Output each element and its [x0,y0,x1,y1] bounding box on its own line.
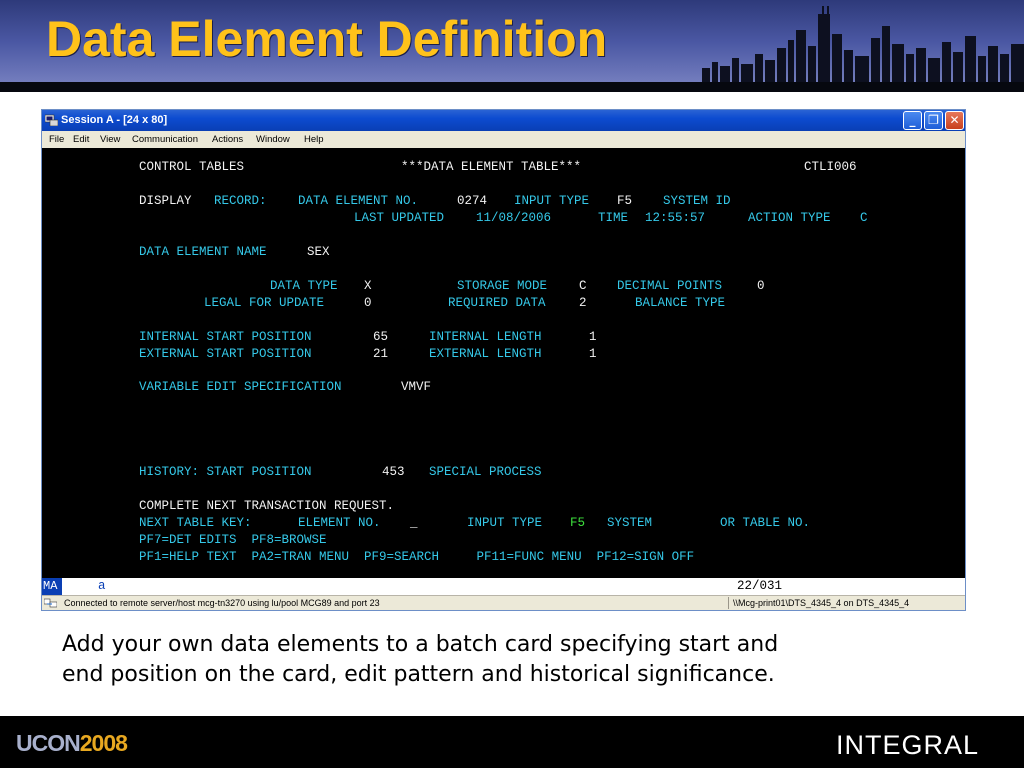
status-divider [728,597,729,609]
integral-logo: INTEGRAL [836,730,980,760]
menu-window[interactable]: Window [256,134,290,145]
minimize-button[interactable]: _ [903,111,922,130]
internal-length-value[interactable]: 1 [589,330,597,344]
data-type-label: DATA TYPE [270,279,338,293]
pf-keys-line-2: PF1=HELP TEXT PA2=TRAN MENU PF9=SEARCH P… [139,550,695,564]
data-type-value[interactable]: X [364,279,372,293]
slide-title: Data Element Definition [46,11,608,67]
data-element-name-value[interactable]: SEX [307,245,330,259]
screen-heading: CONTROL TABLES [139,160,245,174]
internal-start-position-label: INTERNAL START POSITION [139,330,312,344]
screen-id: CTLI006 [804,160,857,174]
city-skyline-image [702,6,1024,84]
time-value: 12:55:57 [645,211,706,225]
storage-mode-value[interactable]: C [579,279,587,293]
table-title: ***DATA ELEMENT TABLE*** [401,160,582,174]
or-table-no-label: OR TABLE NO. [720,516,811,530]
decimal-points-value[interactable]: 0 [757,279,765,293]
external-start-position-label: EXTERNAL START POSITION [139,347,312,361]
external-start-position-value[interactable]: 21 [373,347,388,361]
menu-edit[interactable]: Edit [73,134,89,145]
maximize-button[interactable]: ❐ [924,111,943,130]
variable-edit-spec-label: VARIABLE EDIT SPECIFICATION [139,380,342,394]
external-length-label: EXTERNAL LENGTH [429,347,542,361]
cursor-position: 22/031 [737,579,783,593]
transaction-prompt: COMPLETE NEXT TRANSACTION REQUEST. [139,499,395,513]
caption-line-2: end position on the card, edit pattern a… [62,662,775,687]
caption-line-1: Add your own data elements to a batch ca… [62,632,779,657]
input-type-value[interactable]: F5 [617,194,632,208]
next-system-label: SYSTEM [607,516,653,530]
internal-length-label: INTERNAL LENGTH [429,330,542,344]
menu-file[interactable]: File [49,134,64,145]
oia-session-indicator: a [98,579,106,593]
pf-keys-line-1: PF7=DET EDITS PF8=BROWSE [139,533,327,547]
slide-header: Data Element Definition [0,0,1024,92]
time-label: TIME [598,211,629,225]
legal-for-update-value[interactable]: 0 [364,296,372,310]
data-element-no-label: DATA ELEMENT NO. [298,194,419,208]
data-element-name-label: DATA ELEMENT NAME [139,245,267,259]
required-data-value[interactable]: 2 [579,296,587,310]
terminal-screen[interactable]: CONTROL TABLES ***DATA ELEMENT TABLE*** … [42,148,965,578]
connection-status: Connected to remote server/host mcg-tn32… [64,598,380,608]
balance-type-label: BALANCE TYPE [635,296,726,310]
ucon-logo-year: 2008 [79,730,128,756]
input-type-label: INPUT TYPE [514,194,590,208]
window-titlebar[interactable]: Session A - [24 x 80] _ ❐ ✕ [42,110,965,131]
variable-edit-spec-value[interactable]: VMVF [401,380,431,394]
menu-communication[interactable]: Communication [132,134,198,145]
display-label: DISPLAY [139,194,192,208]
menu-help[interactable]: Help [304,134,324,145]
internal-start-position-value[interactable]: 65 [373,330,388,344]
slide-footer: UCON2008 INTEGRAL [0,716,1024,768]
window-title: Session A - [24 x 80] [61,114,168,126]
ucon-logo-text: UCON [16,730,81,756]
history-start-position-value[interactable]: 453 [382,465,405,479]
last-updated-value: 11/08/2006 [476,211,552,225]
close-button[interactable]: ✕ [945,111,964,130]
required-data-label: REQUIRED DATA [448,296,546,310]
decimal-points-label: DECIMAL POINTS [617,279,723,293]
external-length-value[interactable]: 1 [589,347,597,361]
storage-mode-label: STORAGE MODE [457,279,548,293]
operator-info-area: MA a 22/031 [42,578,965,595]
action-type-value: C [860,211,868,225]
connection-icon [44,598,57,608]
next-table-key-label: NEXT TABLE KEY: [139,516,252,530]
next-input-type-value[interactable]: F5 [570,516,585,530]
system-id-label: SYSTEM ID [663,194,731,208]
last-updated-label: LAST UPDATED [354,211,445,225]
history-start-position-label: HISTORY: START POSITION [139,465,312,479]
printer-status: \\Mcg-print01\DTS_4345_4 on DTS_4345_4 [733,598,910,608]
data-element-no-value[interactable]: 0274 [457,194,487,208]
terminal-window: Session A - [24 x 80] _ ❐ ✕ File Edit Vi… [41,109,966,611]
next-element-no-label: ELEMENT NO. [298,516,381,530]
record-label: RECORD: [214,194,267,208]
menu-actions[interactable]: Actions [212,134,243,145]
status-bar: Connected to remote server/host mcg-tn32… [42,595,965,610]
action-type-label: ACTION TYPE [748,211,831,225]
special-process-label: SPECIAL PROCESS [429,465,542,479]
menu-bar: File Edit View Communication Actions Win… [42,131,965,148]
menu-view[interactable]: View [100,134,120,145]
legal-for-update-label: LEGAL FOR UPDATE [204,296,325,310]
oia-ma-indicator: MA [42,578,62,595]
next-element-no-input[interactable]: _ [410,516,418,530]
terminal-app-icon [45,114,58,126]
slide-caption: Add your own data elements to a batch ca… [62,630,942,690]
ucon-2008-logo: UCON2008 [16,730,128,757]
header-divider [0,82,1024,92]
next-input-type-label: INPUT TYPE [467,516,543,530]
